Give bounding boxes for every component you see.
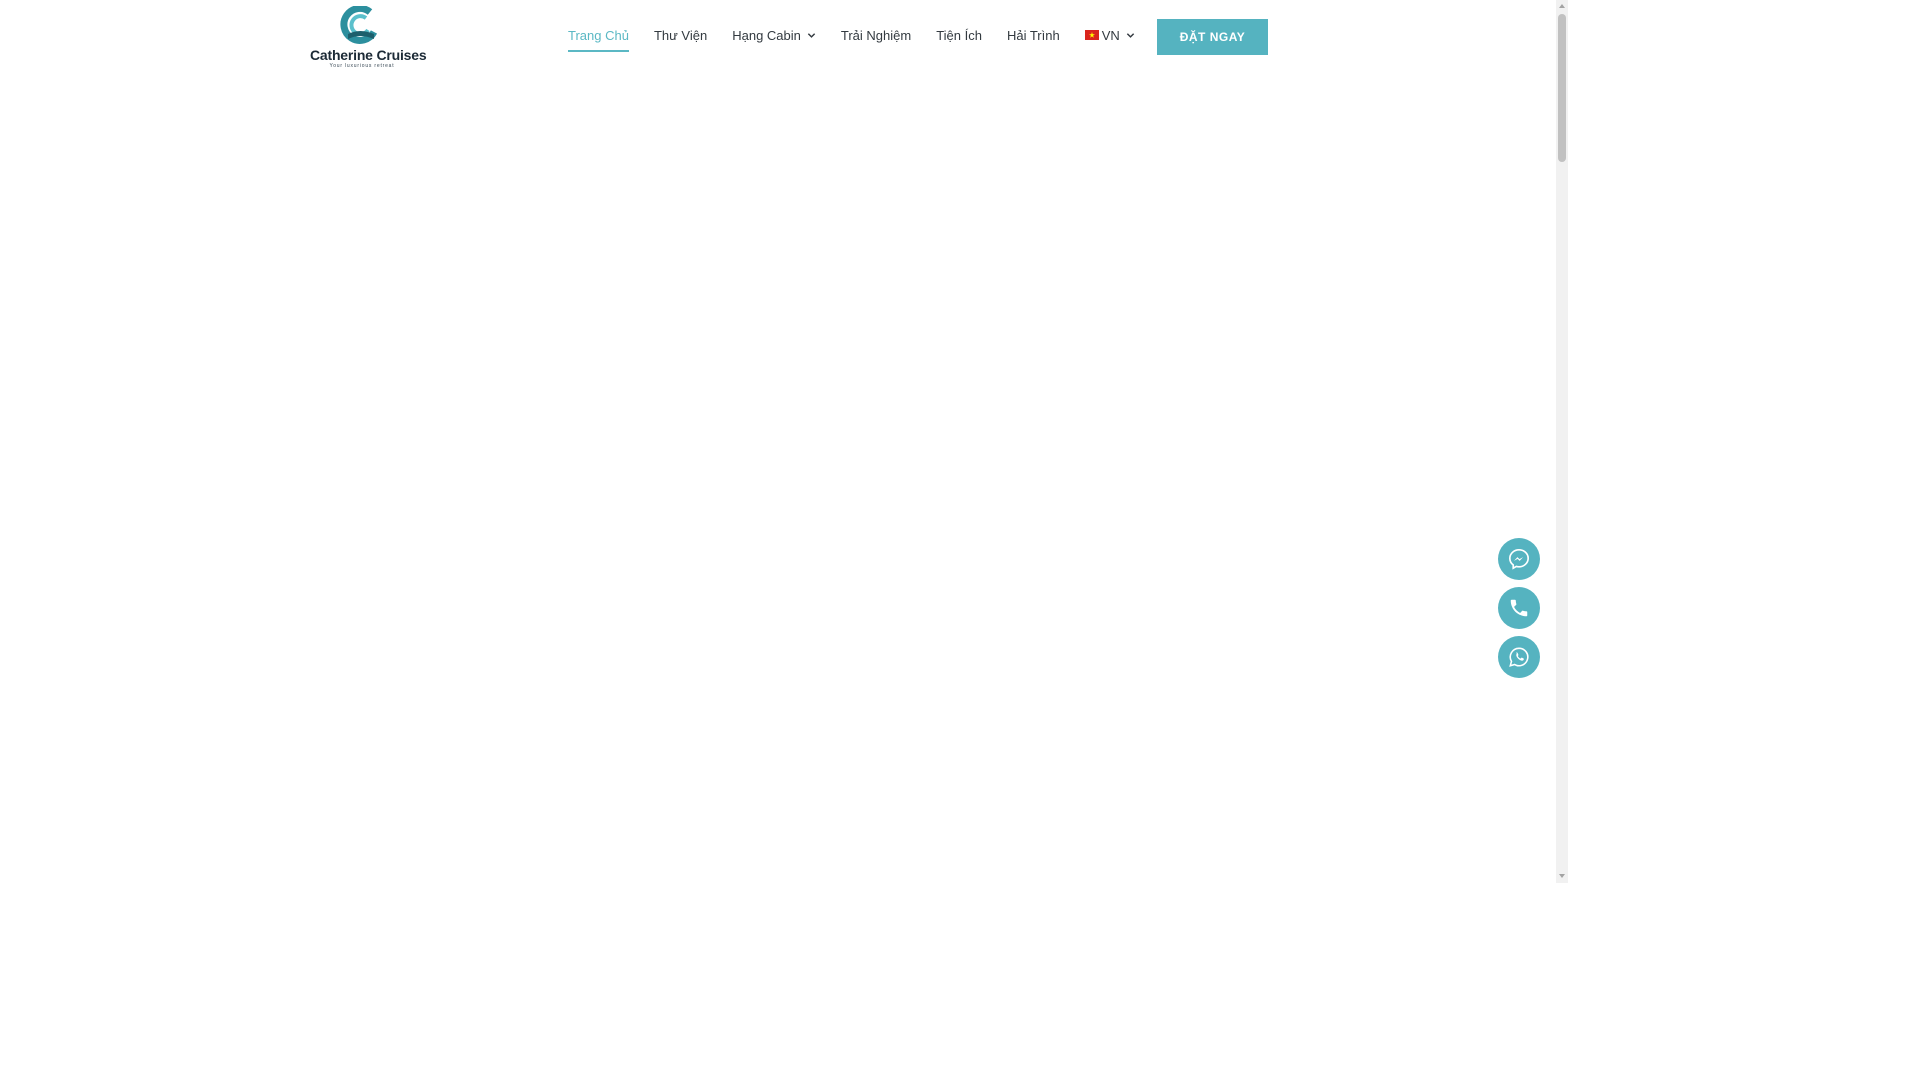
site-header: Catherine Cruises Your luxurious retreat… bbox=[0, 0, 1556, 72]
phone-button[interactable] bbox=[1498, 587, 1540, 629]
nav-item-label: Tiện Ích bbox=[936, 27, 982, 43]
main-nav: Trang Chủ Thư Viện Hạng Cabin Trải Nghiệ… bbox=[568, 25, 1160, 53]
phone-icon bbox=[1510, 599, 1528, 617]
chevron-down-icon bbox=[1126, 32, 1134, 38]
whatsapp-icon bbox=[1509, 647, 1529, 667]
messenger-button[interactable] bbox=[1498, 538, 1540, 580]
nav-item-gallery[interactable]: Thư Viện bbox=[654, 25, 707, 45]
nav-item-label: Thư Viện bbox=[653, 27, 708, 43]
nav-item-cabin-class[interactable]: Hạng Cabin bbox=[732, 25, 816, 45]
nav-item-itinerary[interactable]: Hải Trình bbox=[1007, 25, 1060, 45]
scrollbar[interactable] bbox=[1556, 0, 1568, 883]
nav-item-amenities[interactable]: Tiện Ích bbox=[936, 25, 982, 45]
nav-item-label: Hạng Cabin bbox=[732, 27, 801, 43]
scrollbar-thumb[interactable] bbox=[1558, 14, 1566, 162]
brand-tagline: Your luxurious retreat bbox=[329, 63, 395, 69]
vietnam-flag-icon bbox=[1084, 30, 1099, 40]
chevron-down-icon bbox=[807, 32, 816, 38]
book-now-button[interactable]: ĐẶT NGAY bbox=[1157, 19, 1268, 55]
language-label: VN bbox=[1101, 27, 1120, 43]
nav-item-label: Hải Trình bbox=[1006, 27, 1060, 43]
nav-item-home[interactable]: Trang Chủ bbox=[568, 25, 629, 52]
logo-icon bbox=[340, 6, 378, 44]
language-switcher[interactable]: VN bbox=[1084, 25, 1135, 45]
logo[interactable]: Catherine Cruises Your luxurious retreat bbox=[310, 6, 427, 69]
brand-name: Catherine Cruises bbox=[310, 47, 427, 63]
messenger-icon bbox=[1509, 549, 1529, 570]
scroll-down-icon[interactable] bbox=[1558, 872, 1566, 880]
page: Catherine Cruises Your luxurious retreat… bbox=[0, 0, 1568, 883]
nav-item-label: Trải Nghiệm bbox=[840, 27, 912, 43]
nav-item-label: Trang Chủ bbox=[568, 27, 629, 43]
whatsapp-button[interactable] bbox=[1498, 636, 1540, 678]
nav-item-experience[interactable]: Trải Nghiệm bbox=[841, 25, 911, 45]
scroll-up-icon[interactable] bbox=[1558, 2, 1566, 10]
